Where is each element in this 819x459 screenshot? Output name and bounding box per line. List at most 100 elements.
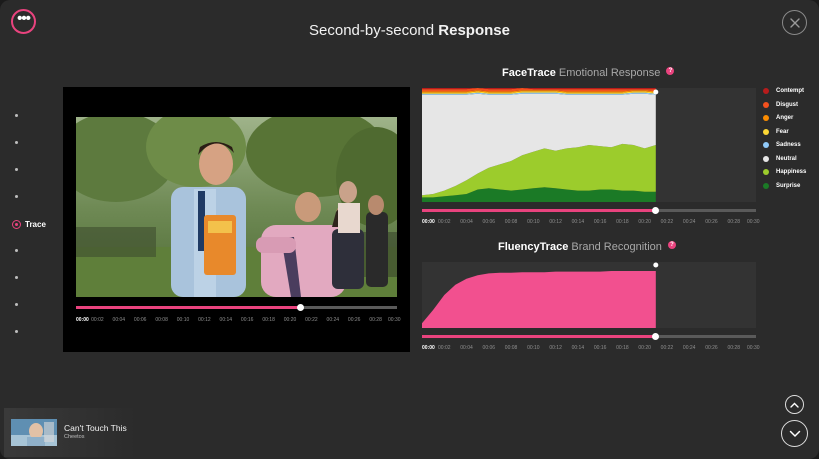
- video-time-axis: 00:00 00:02 00:04 00:06 00:08 00:10 00:12 00:14…: [76, 317, 401, 325]
- fluencytrace-playhead-marker: [653, 262, 659, 268]
- fluencytrace-title-light: Brand Recognition: [571, 241, 662, 253]
- previous-button[interactable]: [785, 395, 804, 414]
- video-time-tick-label: 00:18: [262, 317, 275, 323]
- fluencytrace-time-tick-label: 00:06: [482, 345, 496, 351]
- video-time-tick-label: 00:12: [198, 317, 211, 323]
- legend-item-fear: Fear: [763, 128, 789, 135]
- legend-label: Surprise: [776, 182, 801, 189]
- fluencytrace-time-tick-label: 00:18: [616, 345, 629, 351]
- fluencytrace-time-tick-label: 00:10: [527, 345, 540, 351]
- video-time-tick-label: 00:30: [388, 317, 401, 323]
- video-time-tick-label: 00:14: [219, 317, 233, 323]
- facetrace-time-tick-label: 00:14: [571, 219, 585, 225]
- section-nav-trace[interactable]: Trace: [12, 220, 46, 229]
- video-time-tick-label: 00:02: [91, 317, 104, 323]
- legend-swatch: [763, 182, 769, 189]
- facetrace-time-tick-label: 00:22: [660, 219, 674, 225]
- next-button[interactable]: [781, 420, 808, 447]
- legend-item-sadness: Sadness: [763, 142, 801, 148]
- legend-swatch: [763, 128, 769, 135]
- ad-title: Can't Touch This: [64, 423, 127, 433]
- facetrace-playhead-marker: [653, 89, 659, 95]
- facetrace-time-tick-label: 00:24: [682, 219, 696, 225]
- legend-label: Fear: [776, 128, 789, 135]
- legend-swatch: [763, 142, 769, 148]
- video-time-tick-label: 00:10: [176, 317, 190, 323]
- section-nav-dot[interactable]: [15, 249, 18, 252]
- ad-thumbnail: [11, 419, 57, 446]
- facetrace-chart: [422, 88, 756, 202]
- section-nav-dot[interactable]: [15, 168, 18, 171]
- video-time-tick-label: 00:08: [155, 317, 168, 323]
- facetrace-progress-fill: [422, 209, 656, 212]
- video-progress-handle[interactable]: [297, 303, 305, 311]
- fluencytrace-time-tick-label: 00:04: [460, 345, 473, 351]
- video-time-tick-label: 00:24: [326, 317, 340, 323]
- facetrace-progress-handle[interactable]: [652, 206, 660, 214]
- facetrace-time-tick-label: 00:26: [705, 219, 718, 225]
- section-nav-dot[interactable]: [15, 276, 18, 279]
- facetrace-time-axis: 00:00 00:02 00:04 00:06 00:08 00:10 00:12 00:14…: [422, 219, 760, 227]
- fluencytrace-progress-handle[interactable]: [652, 332, 660, 340]
- facetrace-progress-bar[interactable]: [422, 206, 756, 214]
- facetrace-time-tick-label: 00:16: [593, 219, 607, 225]
- section-nav-dot[interactable]: [15, 303, 18, 306]
- app-window: ••• Second-by-second Response Trace 00:0…: [0, 0, 819, 459]
- chevron-down-icon: [789, 430, 800, 437]
- facetrace-help-icon[interactable]: ?: [666, 67, 675, 75]
- fluencytrace-time-tick-label: 00:08: [504, 345, 518, 351]
- legend-label: Happiness: [776, 169, 807, 175]
- fluencytrace-time-tick-label: 00:02: [438, 345, 451, 351]
- fluencytrace-time-tick-label: 00:20: [638, 345, 651, 351]
- ad-brand: Cheetos: [64, 434, 85, 440]
- fluencytrace-chart: [422, 262, 756, 328]
- section-nav-dot[interactable]: [15, 195, 18, 198]
- legend-item-contempt: Contempt: [763, 88, 804, 94]
- section-nav-dot[interactable]: [15, 330, 18, 333]
- facetrace-time-tick-label: 00:04: [460, 219, 473, 225]
- video-player[interactable]: 00:00 00:02 00:04 00:06 00:08 00:10 00:12 00:14…: [63, 87, 410, 352]
- legend-swatch: [763, 88, 769, 94]
- close-icon: [789, 17, 800, 28]
- section-nav-dot[interactable]: [15, 114, 18, 117]
- fluencytrace-time-tick-label: 00:26: [705, 345, 718, 351]
- video-frame[interactable]: [76, 117, 397, 297]
- fluencytrace-title: FluencyTrace Brand Recognition ?: [498, 241, 676, 253]
- legend-item-anger: Anger: [763, 115, 793, 121]
- facetrace-time-tick-label: 00:10: [527, 219, 540, 225]
- fluencytrace-time-tick-label: 00:00: [422, 345, 435, 351]
- video-progress-bar[interactable]: [76, 303, 397, 311]
- fluencytrace-progress-bar[interactable]: [422, 332, 756, 340]
- legend-label: Sadness: [776, 142, 801, 148]
- facetrace-time-tick-label: 00:30: [747, 219, 760, 225]
- legend-swatch: [763, 115, 769, 121]
- video-time-tick-label: 00:28: [369, 317, 382, 323]
- legend-item-neutral: Neutral: [763, 155, 797, 162]
- facetrace-title-bold: FaceTrace: [502, 67, 556, 79]
- fluencytrace-time-tick-label: 00:22: [660, 345, 674, 351]
- close-button[interactable]: [782, 10, 807, 35]
- legend-label: Anger: [776, 115, 794, 121]
- page-title: Second-by-second Response: [0, 22, 819, 39]
- legend-swatch: [763, 101, 769, 108]
- legend-label: Contempt: [776, 88, 804, 94]
- fluencytrace-title-bold: FluencyTrace: [498, 241, 569, 253]
- video-time-tick-label: 00:26: [347, 317, 361, 323]
- video-still-image: [76, 117, 397, 297]
- area-contempt: [422, 88, 656, 90]
- section-nav-trace-label: Trace: [25, 220, 46, 229]
- fluencytrace-help-icon[interactable]: ?: [667, 241, 676, 249]
- active-indicator-icon: [12, 220, 21, 229]
- fluencytrace-progress-fill: [422, 335, 656, 338]
- facetrace-time-tick-label: 00:02: [438, 219, 451, 225]
- ad-card[interactable]: Can't Touch This Cheetos: [4, 408, 136, 457]
- fluencytrace-time-axis: 00:00 00:02 00:04 00:06 00:08 00:10 00:12 00:14…: [422, 345, 760, 353]
- video-time-tick-label: 00:06: [133, 317, 147, 323]
- facetrace-time-tick-label: 00:12: [549, 219, 562, 225]
- section-nav-dot[interactable]: [15, 141, 18, 144]
- video-time-tick-label: 00:04: [112, 317, 126, 323]
- facetrace-time-tick-label: 00:00: [422, 219, 435, 225]
- page-title-light: Second-by-second: [309, 22, 435, 39]
- legend-item-disgust: Disgust: [763, 101, 798, 108]
- legend-item-surprise: Surprise: [763, 182, 801, 189]
